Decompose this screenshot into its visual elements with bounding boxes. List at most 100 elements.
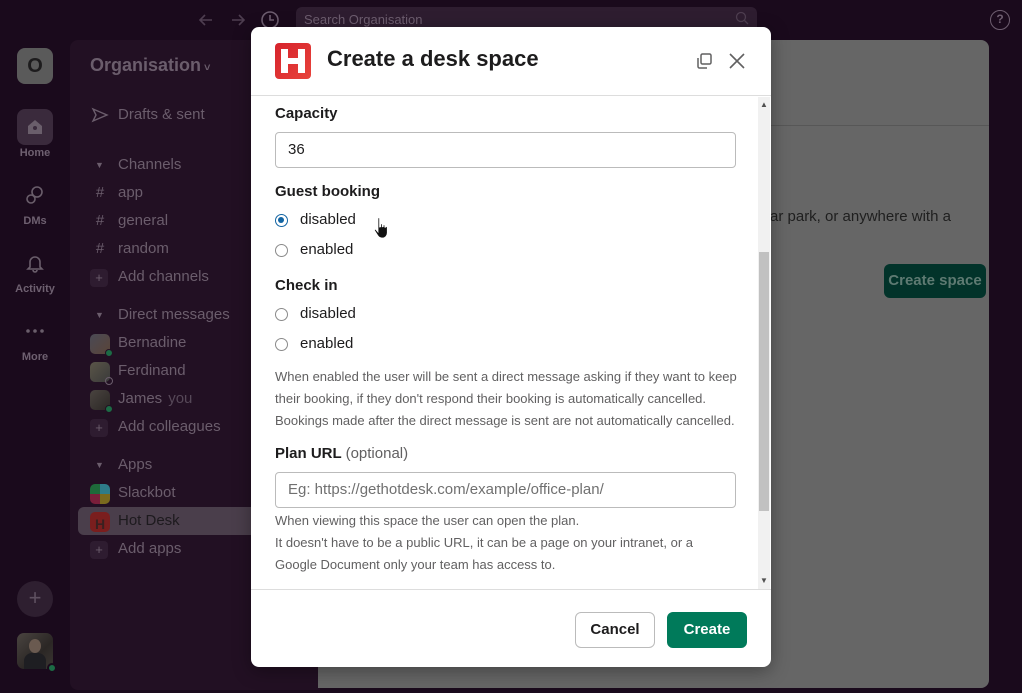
forward-button[interactable] [228, 10, 248, 30]
sidebar-item-label: Add channels [118, 268, 209, 285]
presence-active-icon [47, 663, 57, 673]
avatar [90, 390, 113, 413]
rail-item-activity[interactable]: Activity [0, 245, 70, 295]
dm-name: James [118, 390, 163, 407]
bell-icon [26, 256, 44, 273]
rail-label-activity: Activity [15, 283, 55, 295]
main-body-text: ar park, or anywhere with a [770, 208, 951, 225]
user-avatar[interactable] [17, 633, 57, 673]
caret-down-icon: ▼ [95, 160, 104, 170]
guest-booking-disabled-radio[interactable]: disabled [275, 209, 356, 231]
radio-label: enabled [300, 241, 354, 258]
check-in-label: Check in [275, 277, 338, 294]
radio-unchecked-icon [275, 338, 288, 351]
rail-label-dms: DMs [23, 215, 47, 227]
scroll-down-icon[interactable]: ▼ [760, 577, 768, 585]
you-label: you [168, 390, 193, 407]
close-button[interactable] [727, 51, 747, 71]
plan-url-input[interactable]: Eg: https://gethotdesk.com/example/offic… [275, 472, 736, 508]
sidebar-item-label: Drafts & sent [118, 106, 205, 123]
rail-item-more[interactable]: More [0, 313, 70, 363]
plan-url-label-text: Plan URL [275, 445, 342, 462]
channel-name: random [118, 240, 169, 257]
create-space-button[interactable]: Create space [884, 264, 986, 298]
plus-icon: + [90, 419, 108, 437]
slackbot-icon [90, 484, 110, 504]
presence-active-icon [105, 405, 113, 413]
guest-booking-label: Guest booking [275, 183, 380, 200]
app-name: Hot Desk [118, 512, 180, 529]
dms-icon [26, 186, 43, 204]
plan-url-help-line1: When viewing this space the user can ope… [275, 513, 580, 528]
send-icon [90, 101, 110, 134]
search-icon [735, 11, 749, 25]
workspace-initial: O [27, 55, 43, 77]
capacity-value: 36 [288, 141, 305, 158]
app-name: Slackbot [118, 484, 176, 501]
create-button[interactable]: Create [667, 612, 747, 648]
channel-name: app [118, 184, 144, 201]
cancel-button[interactable]: Cancel [575, 612, 655, 648]
modal-header: Create a desk space [251, 27, 771, 96]
guest-booking-enabled-radio[interactable]: enabled [275, 239, 353, 261]
radio-label: disabled [300, 305, 356, 322]
arrow-right-icon [232, 14, 246, 26]
radio-label: enabled [300, 335, 354, 352]
back-button[interactable] [196, 10, 216, 30]
plus-icon: + [90, 541, 108, 559]
sidebar-item-label: Add apps [118, 540, 182, 557]
plus-icon: + [90, 269, 108, 287]
org-name-button[interactable]: Organisation ˅ [90, 55, 210, 76]
rail-item-dms[interactable]: DMs [0, 177, 70, 227]
presence-away-icon [105, 377, 113, 385]
popout-icon [697, 53, 712, 69]
section-label: Direct messages [118, 306, 230, 323]
plan-url-placeholder: Eg: https://gethotdesk.com/example/offic… [288, 481, 604, 498]
popout-button[interactable] [694, 51, 714, 71]
org-name: Organisation [90, 55, 202, 75]
optional-label: (optional) [345, 445, 409, 462]
check-in-help-text: When enabled the user will be sent a dir… [275, 369, 737, 428]
avatar [90, 334, 113, 357]
radio-checked-icon [275, 214, 288, 227]
check-in-disabled-radio[interactable]: disabled [275, 303, 356, 325]
workspace-rail: O Home DMs Activity More + [0, 40, 70, 693]
help-button[interactable]: ? [990, 10, 1010, 30]
radio-unchecked-icon [275, 244, 288, 257]
arrow-left-icon [198, 14, 212, 26]
plan-url-label: Plan URL (optional) [275, 445, 408, 462]
capacity-input[interactable]: 36 [275, 132, 736, 168]
scroll-up-icon[interactable]: ▲ [760, 101, 768, 109]
hash-icon: # [95, 212, 105, 229]
hand-cursor-icon [374, 217, 388, 239]
add-workspace-button[interactable]: + [17, 581, 53, 617]
question-icon: ? [996, 12, 1004, 26]
create-desk-space-modal: Create a desk space Capacity 36 Guest bo… [251, 27, 771, 667]
plan-url-help-line2: It doesn't have to be a public URL, it c… [275, 535, 694, 572]
rail-item-home[interactable]: Home [0, 109, 70, 159]
rail-label-more: More [21, 351, 49, 363]
hot-desk-icon: H [90, 512, 110, 532]
dm-name: Ferdinand [118, 362, 186, 379]
channel-name: general [118, 212, 169, 229]
scrollbar-thumb[interactable] [759, 252, 769, 511]
home-icon [28, 120, 42, 134]
workspace-switcher[interactable]: O [17, 48, 53, 84]
modal-footer: Cancel Create [251, 589, 771, 667]
caret-down-icon: ▼ [95, 460, 104, 470]
caret-down-icon: ▼ [95, 310, 104, 320]
hash-icon: # [95, 184, 105, 201]
more-icon [26, 329, 44, 333]
check-in-enabled-radio[interactable]: enabled [275, 333, 353, 355]
radio-unchecked-icon [275, 308, 288, 321]
section-label: Apps [118, 456, 153, 473]
rail-label-home: Home [19, 147, 51, 159]
modal-body: Capacity 36 Guest booking disabled enabl… [251, 97, 771, 589]
search-placeholder: Search Organisation [304, 12, 423, 27]
presence-active-icon [105, 349, 113, 357]
hot-desk-logo-icon [275, 43, 311, 79]
capacity-label: Capacity [275, 105, 338, 122]
chevron-down-icon: ˅ [204, 62, 211, 74]
modal-title: Create a desk space [327, 46, 539, 71]
sidebar-item-label: Add colleagues [118, 418, 221, 435]
